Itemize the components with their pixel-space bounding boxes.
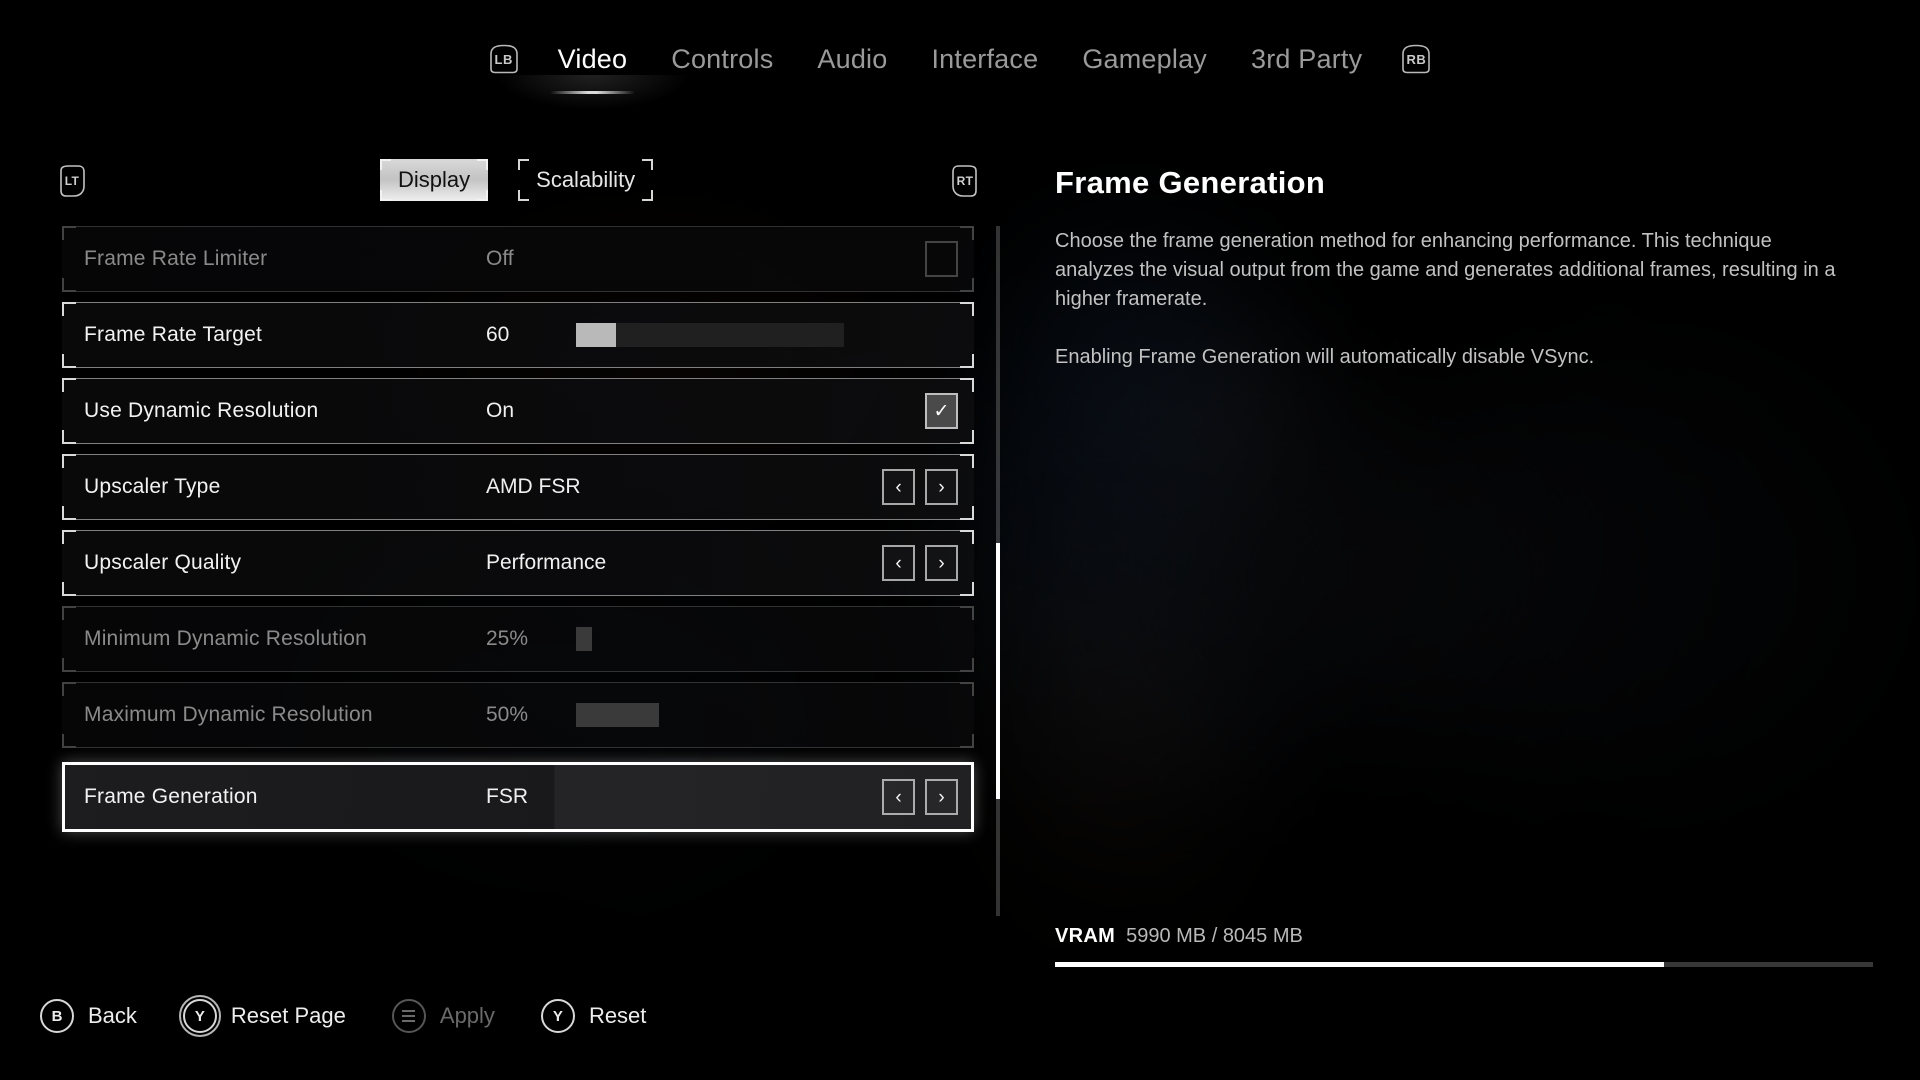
tab-interface[interactable]: Interface [909, 44, 1060, 75]
vram-meter: VRAM 5990 MB / 8045 MB [1055, 925, 1873, 967]
footer-apply-button: Apply [391, 999, 495, 1033]
chevron-right-icon[interactable]: › [925, 469, 958, 505]
tab-controls-label: Controls [671, 43, 774, 74]
subtab-scalability-label: Scalability [536, 167, 636, 192]
maximum-dynamic-resolution-slider[interactable] [576, 703, 844, 727]
footer-action-bar: B Back Y Reset Page Apply Y Reset [40, 992, 692, 1040]
chevron-left-icon[interactable]: ‹ [882, 469, 915, 505]
upscaler-quality-stepper: ‹ › [882, 545, 958, 581]
slider-fill [576, 627, 593, 651]
tab-controls[interactable]: Controls [649, 44, 795, 75]
slider-track [576, 627, 844, 651]
setting-label: Frame Rate Target [84, 323, 263, 346]
vram-value: 5990 MB / 8045 MB [1126, 925, 1303, 947]
setting-value: FSR [486, 785, 528, 808]
setting-row-use-dynamic-resolution[interactable]: Use Dynamic Resolution On ✓ [62, 378, 974, 444]
footer-back-label: Back [88, 1003, 137, 1028]
vram-bar-track [1055, 962, 1873, 967]
chevron-left-icon[interactable]: ‹ [882, 779, 915, 815]
frame-rate-target-slider[interactable] [576, 323, 844, 347]
detail-title: Frame Generation [1055, 165, 1326, 200]
settings-scrollbar[interactable] [996, 226, 1000, 916]
subtab-display-label: Display [398, 167, 471, 192]
footer-back-button[interactable]: B Back [40, 999, 137, 1033]
setting-row-maximum-dynamic-resolution[interactable]: Maximum Dynamic Resolution 50% [62, 682, 974, 748]
setting-row-upscaler-quality[interactable]: Upscaler Quality Performance ‹ › [62, 530, 974, 596]
subtab-scalability[interactable]: Scalability [518, 159, 654, 201]
main-tab-bar: LB Video Controls Audio Interface Gamepl… [0, 0, 1920, 118]
setting-value: Off [486, 247, 514, 270]
right-trigger-icon: RT [948, 164, 982, 198]
setting-label: Maximum Dynamic Resolution [84, 703, 373, 726]
scrollbar-thumb[interactable] [996, 543, 1000, 799]
slider-track [576, 323, 844, 347]
left-bumper-label: LB [494, 51, 513, 67]
button-y-icon: Y [178, 995, 221, 1037]
setting-label: Use Dynamic Resolution [84, 399, 319, 422]
frame-rate-limiter-checkbox[interactable] [925, 241, 958, 277]
left-trigger-label: LT [64, 174, 80, 188]
chevron-left-icon[interactable]: ‹ [882, 545, 915, 581]
setting-row-frame-generation[interactable]: Frame Generation FSR ‹ › [62, 762, 974, 832]
setting-label: Upscaler Quality [84, 551, 242, 574]
setting-row-frame-rate-target[interactable]: Frame Rate Target 60 [62, 302, 974, 368]
vram-label: VRAM [1055, 925, 1116, 947]
sub-tab-bar: LT Display Scalability RT [0, 154, 1000, 210]
setting-value: 25% [486, 627, 529, 650]
setting-value: 50% [486, 703, 529, 726]
upscaler-type-stepper: ‹ › [882, 469, 958, 505]
setting-value: 60 [486, 323, 510, 346]
setting-value: On [486, 399, 515, 422]
detail-paragraph-1: Choose the frame generation method for e… [1055, 230, 1836, 310]
chevron-right-icon[interactable]: › [925, 779, 958, 815]
minimum-dynamic-resolution-slider[interactable] [576, 627, 844, 651]
chevron-right-icon[interactable]: › [925, 545, 958, 581]
button-y-icon: Y [540, 999, 575, 1033]
tab-audio[interactable]: Audio [795, 44, 909, 75]
settings-column: LT Display Scalability RT Frame Rate Lim… [0, 140, 1000, 950]
footer-reset-label: Reset [588, 1003, 647, 1028]
setting-value: AMD FSR [486, 475, 581, 498]
tab-video[interactable]: Video [497, 43, 687, 109]
footer-reset-page-label: Reset Page [230, 1003, 346, 1028]
setting-row-frame-rate-limiter[interactable]: Frame Rate Limiter Off [62, 226, 974, 292]
tab-audio-label: Audio [817, 43, 888, 74]
setting-row-minimum-dynamic-resolution[interactable]: Minimum Dynamic Resolution 25% [62, 606, 974, 672]
setting-row-upscaler-type[interactable]: Upscaler Type AMD FSR ‹ › [62, 454, 974, 520]
footer-reset-button[interactable]: Y Reset [540, 999, 647, 1033]
right-trigger-label: RT [956, 174, 974, 188]
slider-fill [576, 323, 617, 347]
sub-tab-group: Display Scalability [380, 159, 654, 201]
right-bumper-icon: RB [1398, 43, 1434, 75]
vram-bar-fill [1055, 962, 1665, 967]
setting-label: Upscaler Type [84, 475, 221, 498]
tab-gameplay[interactable]: Gameplay [1060, 44, 1229, 75]
menu-icon [391, 999, 426, 1033]
use-dynamic-resolution-checkbox[interactable]: ✓ [925, 393, 958, 429]
tab-3rd-party-label: 3rd Party [1250, 43, 1363, 74]
tab-interface-label: Interface [931, 43, 1039, 74]
tab-gameplay-label: Gameplay [1082, 43, 1207, 74]
detail-paragraph-2: Enabling Frame Generation will automatic… [1055, 346, 1595, 369]
subtab-display[interactable]: Display [380, 159, 489, 201]
checkmark-icon: ✓ [933, 400, 950, 422]
frame-generation-stepper: ‹ › [882, 779, 958, 815]
settings-list: Frame Rate Limiter Off Frame Rate Target… [62, 226, 974, 926]
left-bumper-icon: LB [486, 43, 522, 75]
slider-fill [576, 703, 660, 727]
tab-video-label: Video [557, 43, 628, 74]
right-bumper-label: RB [1406, 51, 1427, 67]
button-b-icon: B [40, 999, 74, 1033]
detail-panel: Frame Generation Choose the frame genera… [1055, 165, 1885, 372]
tab-active-underline [549, 90, 636, 94]
tab-3rd-party[interactable]: 3rd Party [1229, 44, 1384, 75]
setting-label: Frame Generation [84, 785, 258, 808]
left-trigger-icon: LT [55, 164, 89, 198]
setting-label: Frame Rate Limiter [84, 247, 268, 270]
footer-reset-page-button[interactable]: Y Reset Page [178, 995, 346, 1037]
setting-label: Minimum Dynamic Resolution [84, 627, 367, 650]
footer-apply-label: Apply [439, 1003, 495, 1028]
setting-value: Performance [486, 551, 607, 574]
